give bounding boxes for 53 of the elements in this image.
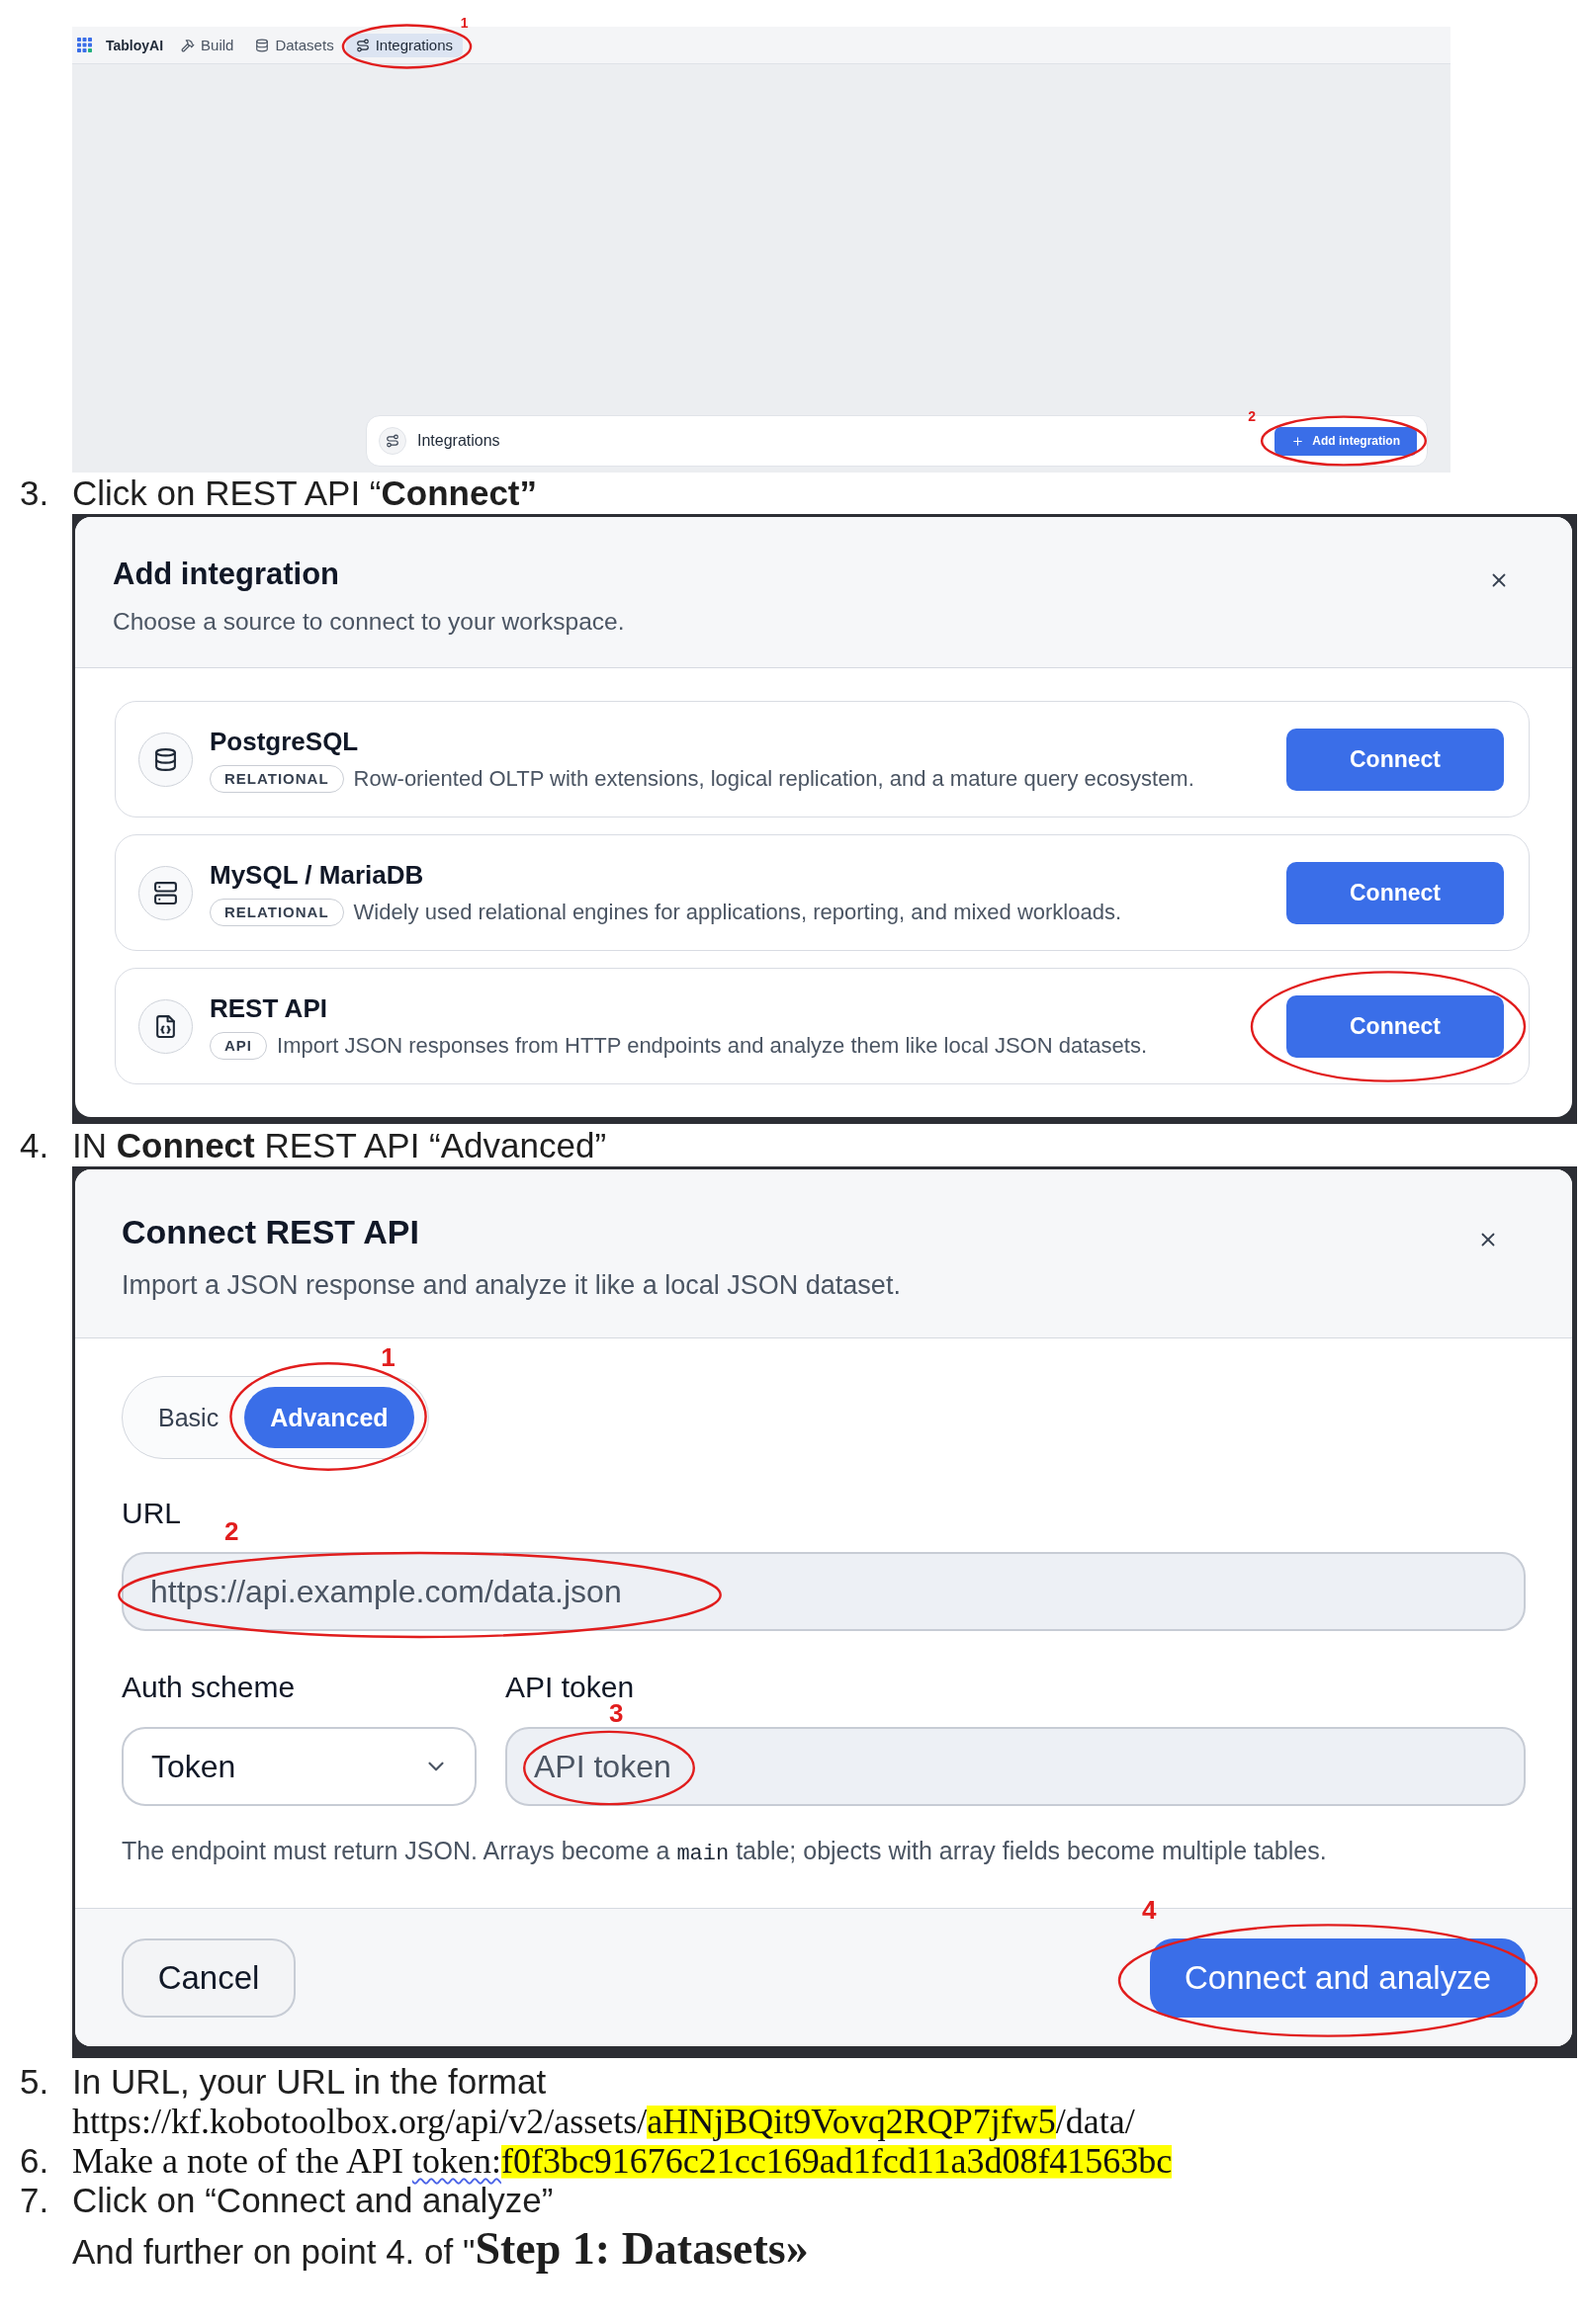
hint-text: The endpoint must return JSON. Arrays become a main table; objects with array fields become multiple tables. [122, 1837, 1327, 1868]
dialog-subtitle: Choose a source to connect to your workspace. [113, 607, 625, 637]
connect-button[interactable]: Connect [1286, 861, 1504, 924]
field-label: Auth scheme [122, 1672, 297, 1703]
nav-tab[interactable]: Build [171, 33, 244, 57]
mode-tab[interactable]: Advanced [244, 1387, 414, 1448]
grid-icon[interactable] [77, 38, 92, 52]
dialog-title: Add integration [113, 556, 341, 593]
callout-number: 3 [609, 1700, 624, 1726]
step-number: 7. [20, 2181, 49, 2219]
callout-number: 2 [1248, 408, 1257, 423]
step-number: 5. [20, 2062, 49, 2101]
auth-scheme-select[interactable]: Token [122, 1727, 477, 1806]
brand-name: TabloyAI [106, 37, 164, 53]
field-label: API token [505, 1672, 636, 1703]
step-text: Click on REST API “Connect” [72, 473, 537, 514]
nav-tab[interactable]: Datasets [245, 33, 344, 57]
callout-number: 1 [381, 1344, 396, 1370]
step-text: IN Connect REST API “Advanced” [72, 1125, 607, 1166]
nav-tab[interactable]: Integrations [345, 33, 464, 57]
source-description: Widely used relational engines for applications, reporting, and mixed workloads. [353, 899, 1122, 925]
cancel-button[interactable]: Cancel [122, 1938, 296, 2018]
connect-button[interactable]: Connect [1286, 994, 1504, 1058]
step-text: Click on “Connect and analyze” [72, 2181, 554, 2220]
closing-text: And further on point 4. of "Step 1: Datasets» [72, 2224, 809, 2276]
hammer-icon [181, 38, 196, 52]
step-number: 4. [20, 1126, 49, 1164]
step-number: 3. [20, 473, 49, 512]
route-icon [355, 38, 370, 52]
plus-icon [1291, 434, 1305, 448]
dialog-title: Connect REST API [122, 1212, 420, 1252]
dialog-subtitle: Import a JSON response and analyze it like a local JSON dataset. [122, 1269, 901, 1301]
route-icon [379, 427, 406, 455]
source-description: Import JSON responses from HTTP endpoints and analyze them like local JSON datasets. [277, 1032, 1147, 1059]
source-name: REST API [210, 992, 328, 1023]
step-text: In URL, your URL in the format [72, 2062, 547, 2102]
source-name: PostgreSQL [210, 726, 360, 756]
callout-number: 1 [460, 15, 469, 30]
database-icon [255, 38, 270, 52]
panel-title: Integrations [417, 432, 500, 450]
mode-tab[interactable]: Basic [132, 1387, 245, 1448]
source-description: Row-oriented OLTP with extensions, logical replication, and a mature query ecosystem. [353, 765, 1194, 792]
callout-number: 2 [224, 1518, 239, 1544]
add-integration-button[interactable]: Add integration [1274, 426, 1417, 456]
field-label: URL [122, 1498, 181, 1529]
connect-and-analyze-button[interactable]: Connect and analyze [1150, 1938, 1526, 2018]
connect-button[interactable]: Connect [1286, 728, 1504, 791]
step-detail: https://kf.kobotoolbox.org/api/v2/assets/aHNjBQit9Vovq2RQP7jfw5/data/ [72, 2102, 1135, 2141]
step-number: 6. [20, 2141, 49, 2180]
url-input[interactable]: https://api.example.com/data.json [122, 1552, 1526, 1631]
callout-number: 4 [1142, 1897, 1157, 1923]
source-name: MySQL / MariaDB [210, 859, 425, 890]
api-token-input[interactable]: API token [505, 1727, 1526, 1806]
